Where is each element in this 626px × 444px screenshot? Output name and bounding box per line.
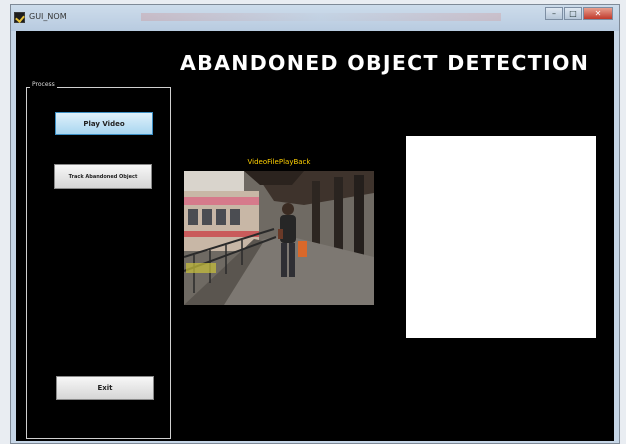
track-abandoned-object-button[interactable]: Track Abandoned Object xyxy=(54,164,152,189)
minimize-button[interactable]: – xyxy=(545,7,563,20)
process-panel-legend: Process xyxy=(30,81,57,88)
maximize-button[interactable]: □ xyxy=(564,7,582,20)
output-axes xyxy=(406,136,596,338)
app-icon xyxy=(14,12,25,23)
play-video-button[interactable]: Play Video xyxy=(55,112,153,135)
window-title: GUI_NOM xyxy=(29,12,67,21)
video-frame-image xyxy=(184,171,374,305)
title-bar-glare xyxy=(141,13,501,21)
exit-button[interactable]: Exit xyxy=(56,376,154,400)
close-button[interactable]: ✕ xyxy=(583,7,613,20)
title-bar[interactable]: GUI_NOM – □ ✕ xyxy=(11,5,619,31)
page-title: ABANDONED OBJECT DETECTION xyxy=(180,51,590,75)
figure-canvas: ABANDONED OBJECT DETECTION Process Play … xyxy=(16,31,614,441)
window-controls: – □ ✕ xyxy=(544,7,613,21)
app-window: GUI_NOM – □ ✕ ABANDONED OBJECT DETECTION… xyxy=(10,4,620,444)
video-axes-title: VideoFilePlayBack xyxy=(247,158,311,166)
video-frame xyxy=(184,171,374,305)
